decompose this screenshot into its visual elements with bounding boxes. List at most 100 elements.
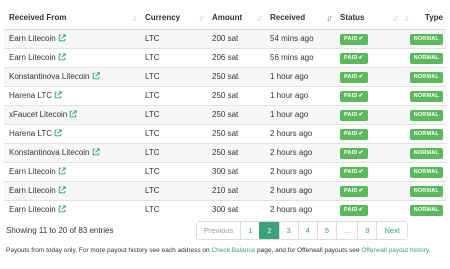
cell-received: 2 hours ago xyxy=(265,142,335,162)
sort-desc-icon: ↓↑ xyxy=(326,13,333,23)
cell-amount: 250 sat xyxy=(207,142,265,162)
cell-received-from: Konstantinova Litecoin xyxy=(4,142,140,162)
cell-type: NORMAL xyxy=(401,66,446,86)
table-row: Earn Litecoin LTC 300 sat 2 hours ago PAID✔ N… xyxy=(4,161,446,181)
cell-amount: 200 sat xyxy=(207,28,265,48)
type-badge: NORMAL xyxy=(409,90,443,102)
sort-icon: ↓↑ xyxy=(131,13,138,23)
check-icon: ✔ xyxy=(358,111,364,118)
header-received[interactable]: Received ↓↑ xyxy=(265,7,335,30)
faucet-link[interactable]: Earn Litecoin xyxy=(9,186,56,195)
status-badge: PAID✔ xyxy=(340,185,368,197)
table-info: Showing 11 to 20 of 83 entries xyxy=(6,226,114,235)
status-badge: PAID✔ xyxy=(340,52,368,64)
faucet-link[interactable]: Earn Litecoin xyxy=(9,205,56,214)
cell-amount: 300 sat xyxy=(207,161,265,181)
header-received-from[interactable]: Received From ↓↑ xyxy=(4,7,140,30)
status-badge: PAID✔ xyxy=(340,33,368,45)
pagination: Previous 1 2 3 4 5 ... 9 Next xyxy=(196,221,408,240)
faucet-link[interactable]: Earn Litecoin xyxy=(9,167,56,176)
faucet-link[interactable]: Harena LTC xyxy=(9,129,52,138)
external-link-icon xyxy=(58,34,66,42)
cell-type: NORMAL xyxy=(401,161,446,181)
cell-amount: 300 sat xyxy=(207,199,265,219)
faucet-link[interactable]: xFaucet Litecoin xyxy=(9,110,67,119)
header-currency[interactable]: Currency ↓↑ xyxy=(140,7,207,30)
payout-note: Payouts from today only. For more payout… xyxy=(6,247,431,254)
sort-icon: ↓↑ xyxy=(392,13,399,23)
pagination-next[interactable]: Next xyxy=(376,222,407,239)
external-link-icon xyxy=(54,91,62,99)
table-row: Earn Litecoin LTC 210 sat 2 hours ago PAID✔ N… xyxy=(4,180,446,200)
pagination-page-1[interactable]: 1 xyxy=(240,222,260,239)
faucet-link[interactable]: Konstantinova Litecoin xyxy=(9,72,90,81)
cell-status: PAID✔ xyxy=(335,199,401,219)
cell-amount: 250 sat xyxy=(207,85,265,105)
cell-currency: LTC xyxy=(140,142,207,162)
cell-currency: LTC xyxy=(140,123,207,143)
cell-received: 54 mins ago xyxy=(265,28,335,48)
check-icon: ✔ xyxy=(358,149,364,156)
faucet-link[interactable]: Earn Litecoin xyxy=(9,34,56,43)
check-icon: ✔ xyxy=(358,168,364,175)
check-icon: ✔ xyxy=(358,54,364,61)
cell-type: NORMAL xyxy=(401,180,446,200)
external-link-icon xyxy=(58,186,66,194)
check-icon: ✔ xyxy=(358,187,364,194)
cell-received-from: xFaucet Litecoin xyxy=(4,104,140,124)
pagination-page-2[interactable]: 2 xyxy=(259,222,279,239)
faucet-link[interactable]: Harena LTC xyxy=(9,91,52,100)
header-type[interactable]: ↓↑ Type xyxy=(401,7,446,30)
cell-received-from: Harena LTC xyxy=(4,85,140,105)
status-badge: PAID✔ xyxy=(340,166,368,178)
cell-amount: 250 sat xyxy=(207,123,265,143)
faucet-link[interactable]: Konstantinova Litecoin xyxy=(9,148,90,157)
cell-received-from: Earn Litecoin xyxy=(4,199,140,219)
table-row: Harena LTC LTC 250 sat 2 hours ago PAID✔ NORM… xyxy=(4,123,446,143)
pagination-page-3[interactable]: 3 xyxy=(278,222,298,239)
cell-type: NORMAL xyxy=(401,123,446,143)
status-badge: PAID✔ xyxy=(340,204,368,216)
cell-received-from: Konstantinova Litecoin xyxy=(4,66,140,86)
cell-type: NORMAL xyxy=(401,28,446,48)
pagination-page-9[interactable]: 9 xyxy=(357,222,377,239)
pagination-ellipsis: ... xyxy=(336,222,358,239)
pagination-previous[interactable]: Previous xyxy=(197,222,241,239)
cell-received: 1 hour ago xyxy=(265,85,335,105)
header-amount[interactable]: Amount ↓↑ xyxy=(207,7,265,30)
check-icon: ✔ xyxy=(358,206,364,213)
cell-received-from: Earn Litecoin xyxy=(4,28,140,48)
external-link-icon xyxy=(92,72,100,80)
pagination-page-5[interactable]: 5 xyxy=(316,222,337,239)
cell-status: PAID✔ xyxy=(335,66,401,86)
status-badge: PAID✔ xyxy=(340,147,368,159)
cell-type: NORMAL xyxy=(401,199,446,219)
faucet-link[interactable]: Earn Litecoin xyxy=(9,53,56,62)
external-link-icon xyxy=(58,205,66,213)
check-balance-link[interactable]: Check Balance xyxy=(211,247,255,254)
sort-icon: ↓↑ xyxy=(198,13,205,23)
cell-amount: 250 sat xyxy=(207,66,265,86)
table-row: Earn Litecoin LTC 300 sat 2 hours ago PAID✔ N… xyxy=(4,199,446,219)
payout-panel: Received From ↓↑ Currency ↓↑ Amount ↓↑ Rece… xyxy=(0,0,450,269)
type-badge: NORMAL xyxy=(409,109,443,121)
header-status[interactable]: Status ↓↑ xyxy=(335,7,401,30)
cell-type: NORMAL xyxy=(401,104,446,124)
check-icon: ✔ xyxy=(358,130,364,137)
table-row: Earn Litecoin LTC 206 sat 56 mins ago PAID✔ N… xyxy=(4,47,446,67)
pagination-page-4[interactable]: 4 xyxy=(297,222,317,239)
offerwall-history-link[interactable]: Offerwall payout history xyxy=(361,247,428,254)
cell-amount: 250 sat xyxy=(207,104,265,124)
type-badge: NORMAL xyxy=(409,33,443,45)
cell-received-from: Earn Litecoin xyxy=(4,161,140,181)
cell-type: NORMAL xyxy=(401,85,446,105)
cell-currency: LTC xyxy=(140,199,207,219)
table-row: Harena LTC LTC 250 sat 1 hour ago PAID✔ NORMA… xyxy=(4,85,446,105)
cell-currency: LTC xyxy=(140,180,207,200)
external-link-icon xyxy=(92,148,100,156)
type-badge: NORMAL xyxy=(409,52,443,64)
type-badge: NORMAL xyxy=(409,128,443,140)
cell-currency: LTC xyxy=(140,28,207,48)
cell-received: 2 hours ago xyxy=(265,180,335,200)
cell-received-from: Harena LTC xyxy=(4,123,140,143)
